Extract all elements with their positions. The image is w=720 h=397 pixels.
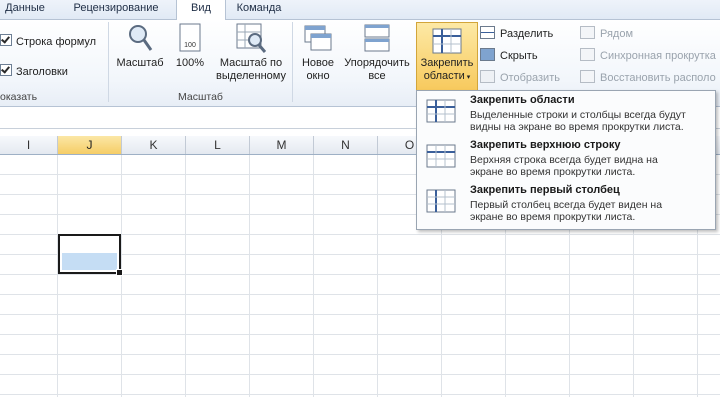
menu-item-freeze-first-column[interactable]: Закрепить первый столбец Первый столбец … — [417, 181, 715, 225]
checkbox-icon — [0, 34, 12, 46]
menu-item-description: Выделенные строки и столбцы всегда будут… — [470, 109, 710, 133]
reset-position-button[interactable]: Восстановить располо — [580, 70, 716, 84]
split-icon — [480, 26, 495, 39]
menu-item-desc-line: видны на экране во время прокрутки листа… — [470, 121, 684, 133]
checkbox-icon — [0, 64, 12, 76]
menu-item-title: Закрепить верхнюю строку — [470, 139, 621, 151]
new-window-icon — [304, 25, 332, 51]
arrange-all-label-2: все — [368, 70, 386, 82]
menu-item-desc-line: Первый столбец всегда будет виден на — [470, 199, 663, 211]
ribbon-tabs: Данные Рецензирование Вид Команда — [0, 0, 720, 21]
zoom-label: Масштаб — [116, 57, 164, 69]
column-header-i[interactable]: I — [0, 136, 58, 154]
reset-position-label: Восстановить располо — [600, 72, 716, 84]
unhide-icon — [480, 70, 495, 83]
freeze-panes-button[interactable]: Закрепить области ▾ — [416, 22, 478, 92]
column-header-n[interactable]: N — [314, 136, 378, 154]
dropdown-arrow-icon: ▾ — [464, 74, 471, 81]
headings-label: Заголовки — [16, 66, 68, 78]
arrange-all-button[interactable]: Упорядочить все — [339, 20, 415, 83]
arrange-all-icon — [364, 24, 390, 52]
zoom-selection-label-2: выделенному — [216, 70, 286, 82]
split-label: Разделить — [500, 28, 554, 40]
page-100-icon: 100 — [179, 23, 201, 52]
zoom-selection-label-1: Масштаб по — [219, 57, 283, 69]
menu-item-description: Первый столбец всегда будет виден на экра… — [470, 199, 710, 223]
svg-text:100: 100 — [184, 42, 196, 49]
cell-highlight — [62, 253, 117, 270]
magnifier-icon — [129, 25, 153, 51]
freeze-panes-label-1: Закрепить — [420, 57, 474, 69]
new-window-label-1: Новое — [301, 57, 335, 69]
column-header-k[interactable]: K — [122, 136, 186, 154]
column-header-m[interactable]: M — [250, 136, 314, 154]
side-by-side-label: Рядом — [600, 28, 634, 40]
headings-checkbox[interactable]: Заголовки — [0, 64, 68, 78]
unhide-button[interactable]: Отобразить — [480, 70, 560, 84]
sync-scroll-label: Синхронная прокрутка — [600, 50, 716, 62]
hide-label: Скрыть — [500, 50, 538, 62]
sync-scroll-button[interactable]: Синхронная прокрутка — [580, 48, 716, 62]
split-button[interactable]: Разделить — [480, 26, 553, 40]
new-window-label-2: окно — [306, 70, 330, 82]
freeze-panes-icon — [426, 99, 456, 123]
sync-scroll-icon — [580, 48, 595, 61]
zoom-100-button[interactable]: 100 100% — [170, 20, 210, 70]
menu-item-title: Закрепить области — [470, 94, 575, 106]
formula-bar-label: Строка формул — [16, 36, 97, 48]
reset-position-icon — [580, 70, 595, 83]
zoom-selection-icon — [236, 23, 267, 53]
menu-item-desc-line: Выделенные строки и столбцы всегда будут — [470, 109, 686, 121]
divider — [292, 22, 293, 102]
menu-item-description: Верхняя строка всегда будет видна на экра… — [470, 154, 710, 178]
freeze-first-column-icon — [426, 189, 456, 213]
tab-data[interactable]: Данные — [0, 0, 50, 19]
selected-cell[interactable] — [58, 234, 123, 276]
hide-icon — [480, 48, 495, 61]
arrange-all-label-1: Упорядочить — [344, 57, 410, 69]
view-side-by-side-button[interactable]: Рядом — [580, 26, 633, 40]
tab-review[interactable]: Рецензирование — [62, 0, 170, 19]
menu-item-desc-line: экране во время прокрутки листа. — [470, 211, 636, 223]
tab-view[interactable]: Вид — [176, 0, 226, 21]
menu-item-desc-line: Верхняя строка всегда будет видна на — [470, 154, 658, 166]
divider — [108, 22, 109, 102]
column-header-j[interactable]: J — [58, 136, 122, 154]
side-by-side-icon — [580, 26, 595, 39]
show-group-label: оказать — [0, 91, 38, 103]
menu-item-title: Закрепить первый столбец — [470, 184, 620, 196]
new-window-button[interactable]: Новое окно — [296, 20, 340, 83]
menu-item-desc-line: экране во время прокрутки листа. — [470, 166, 636, 178]
zoom-100-label: 100% — [175, 57, 205, 69]
freeze-top-row-icon — [426, 144, 456, 168]
freeze-panes-label-2: области — [423, 70, 465, 82]
menu-item-freeze-panes[interactable]: Закрепить области Выделенные строки и ст… — [417, 91, 715, 135]
zoom-button[interactable]: Масштаб — [114, 20, 166, 70]
fill-handle[interactable] — [116, 269, 123, 276]
zoom-selection-button[interactable]: Масштаб по выделенному — [212, 20, 290, 83]
tab-team[interactable]: Команда — [228, 0, 290, 19]
formula-bar-checkbox[interactable]: Строка формул — [0, 34, 96, 48]
hide-button[interactable]: Скрыть — [480, 48, 538, 62]
zoom-group-label: Масштаб — [178, 91, 223, 103]
freeze-panes-icon — [432, 28, 462, 54]
column-header-l[interactable]: L — [186, 136, 250, 154]
freeze-panes-menu: Закрепить области Выделенные строки и ст… — [416, 90, 716, 230]
menu-item-freeze-top-row[interactable]: Закрепить верхнюю строку Верхняя строка … — [417, 136, 715, 180]
unhide-label: Отобразить — [500, 72, 560, 84]
